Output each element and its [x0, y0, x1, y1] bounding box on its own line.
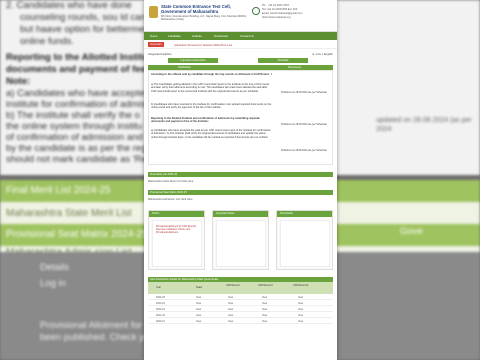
- cell-link[interactable]: View: [196, 302, 201, 305]
- card-title: Important Dates: [213, 211, 268, 217]
- content-para: a) Candidates who have accepted the seat…: [151, 129, 271, 139]
- web-page: State Common Entrance Test Cell, Governm…: [144, 0, 337, 360]
- cell-link[interactable]: View: [298, 302, 303, 305]
- font-size-controls[interactable]: A- A A+ | English: [312, 52, 333, 56]
- bg-bold-line: documents and payment of fee of: [6, 64, 158, 75]
- content-para: b) Candidates who have reported to the i…: [151, 103, 272, 110]
- cell-link[interactable]: View: [196, 320, 201, 323]
- cell-link[interactable]: View: [228, 320, 233, 323]
- important-badge: Important: [148, 42, 164, 47]
- notice-bar: Important Admission Process for Session …: [144, 40, 337, 49]
- helpline-link[interactable]: Integrated Helpline: [148, 52, 171, 56]
- nav-item-institute[interactable]: Institute: [192, 34, 202, 38]
- card-text[interactable]: Provisional allotment for CAP Round-I ha…: [156, 225, 200, 234]
- cell-year: 2023-24: [156, 301, 165, 305]
- card-title: Downloads: [277, 211, 332, 217]
- merit-list-title: Final Merit List 2024-25: [150, 172, 178, 176]
- col-documents: Documents: [288, 66, 302, 69]
- cell-link[interactable]: View: [262, 314, 267, 317]
- cell-link[interactable]: View: [228, 308, 233, 311]
- cell-link[interactable]: View: [228, 296, 233, 299]
- site-address: 8th Floor, New Excelsior Building, A.K. …: [161, 15, 247, 22]
- cell-link[interactable]: View: [196, 308, 201, 311]
- bg-right-line: 2024: [376, 126, 392, 133]
- contact-block: Ph. : +91 22 2201 6157 Tel: +91 22 22016…: [262, 4, 334, 20]
- admission-list-link[interactable]: Maharashtra Admission List Click Here: [148, 198, 333, 201]
- merit-list-link[interactable]: Maharashtra State Merit List Click Here: [148, 180, 333, 183]
- tab-bar: Important Instructions Schedule: [148, 58, 333, 63]
- bg-note-line: should not mark candidate as 'Rep: [6, 154, 152, 165]
- main-nav: Home Candidate Institute Downloads Conta…: [144, 32, 337, 40]
- bg-details-header: Details: [40, 262, 70, 273]
- card-body: [280, 220, 330, 267]
- card-downloads: Downloads: [276, 210, 333, 270]
- tab-schedule[interactable]: Schedule: [258, 58, 308, 63]
- seat-distribution-table: Seat Distribution details for Maharashtr…: [148, 277, 333, 324]
- col-cap-round-3: CAP Round III: [293, 284, 309, 287]
- cell-link[interactable]: View: [262, 320, 267, 323]
- tab-important-instructions[interactable]: Important Instructions: [168, 58, 218, 63]
- nav-item-candidate[interactable]: Candidate: [168, 34, 181, 38]
- card-important-dates: Important Dates: [212, 210, 269, 270]
- cell-year: 2020-21: [156, 319, 165, 323]
- cell-link[interactable]: View: [262, 308, 267, 311]
- cell-link[interactable]: View: [298, 308, 303, 311]
- contact-website[interactable]: https://www.mahacet.org: [262, 16, 334, 20]
- cell-year: 2022-23: [156, 307, 165, 311]
- cell-link[interactable]: View: [228, 314, 233, 317]
- utility-row: Integrated Helpline A- A A+ | English: [144, 49, 337, 58]
- site-header: State Common Entrance Test Cell, Governm…: [144, 0, 337, 32]
- seal-icon: [252, 7, 260, 15]
- document-link[interactable]: Published on 28.08.2024 (as per Schedule…: [281, 123, 331, 126]
- seat-matrix-title: Provisional Seat Matrix 2024-25: [150, 190, 187, 194]
- col-year: Year: [156, 286, 161, 289]
- cell-year: 2021-22: [156, 313, 165, 317]
- site-title: State Common Entrance Test Cell, Governm…: [161, 4, 231, 14]
- cell-link[interactable]: View: [262, 296, 267, 299]
- card-title: Notice: [149, 211, 204, 217]
- bg-line: but haave option for betterment: [20, 24, 153, 35]
- content-para: Reporting to the Allotted Institute and …: [151, 117, 260, 124]
- cell-link[interactable]: View: [262, 302, 267, 305]
- bg-line: online funds.: [20, 36, 74, 47]
- cell-link[interactable]: View: [298, 296, 303, 299]
- card-body: Provisional allotment for CAP Round-I ha…: [152, 220, 202, 267]
- merit-list-strip: Final Merit List 2024-25: [148, 172, 333, 177]
- info-cards: Notice Provisional allotment for CAP Rou…: [148, 210, 333, 270]
- document-link[interactable]: Published on 28.08.2024 (as per Schedule…: [281, 149, 331, 152]
- table-row: 2020-21 View View View View: [148, 318, 333, 324]
- cell-year: 2024-25: [156, 295, 165, 299]
- nav-item-home[interactable]: Home: [150, 34, 157, 38]
- bg-line: 2. Candidates who have done: [6, 0, 132, 11]
- cell-link[interactable]: View: [298, 314, 303, 317]
- card-notice: Notice Provisional allotment for CAP Rou…: [148, 210, 205, 270]
- bg-note-label: Note:: [6, 76, 31, 87]
- col-cap-round-1: CAP Round I: [226, 284, 240, 287]
- bg-line: counseling rounds, sou ld can rr: [20, 12, 155, 23]
- notice-message[interactable]: Admission Process for Session 2024-25 is…: [174, 43, 232, 47]
- bg-details-line: Log in: [40, 278, 66, 289]
- cell-link[interactable]: View: [228, 302, 233, 305]
- col-notification: Notification: [178, 66, 191, 69]
- emblem-icon: [149, 6, 158, 18]
- content-para: a) The Candidates getting allotted in th…: [151, 83, 269, 93]
- seat-matrix-strip: Provisional Seat Matrix 2024-25: [148, 190, 333, 195]
- cell-link[interactable]: View: [196, 296, 201, 299]
- col-cap-round-2: CAP Round II: [258, 284, 273, 287]
- cell-link[interactable]: View: [196, 314, 201, 317]
- card-body: [216, 220, 266, 267]
- content-para: According to the offered seat by candida…: [151, 73, 272, 76]
- nav-item-contact[interactable]: Contact Us: [240, 34, 254, 38]
- cell-link[interactable]: View: [298, 320, 303, 323]
- notification-content: According to the offered seat by candida…: [148, 70, 333, 165]
- nav-item-downloads[interactable]: Downloads: [214, 34, 228, 38]
- table-header-row: Year Seats CAP Round I CAP Round II CAP …: [148, 282, 333, 294]
- bg-row-right: Gove: [400, 226, 423, 237]
- col-seats: Seats: [196, 286, 203, 289]
- table-title: Seat Distribution details for Maharashtr…: [150, 278, 219, 281]
- bg-bold-line: Reporting to the Allotted Instituti: [6, 52, 154, 63]
- document-link[interactable]: Published on 28.08.2024 (as per Schedule…: [281, 91, 331, 94]
